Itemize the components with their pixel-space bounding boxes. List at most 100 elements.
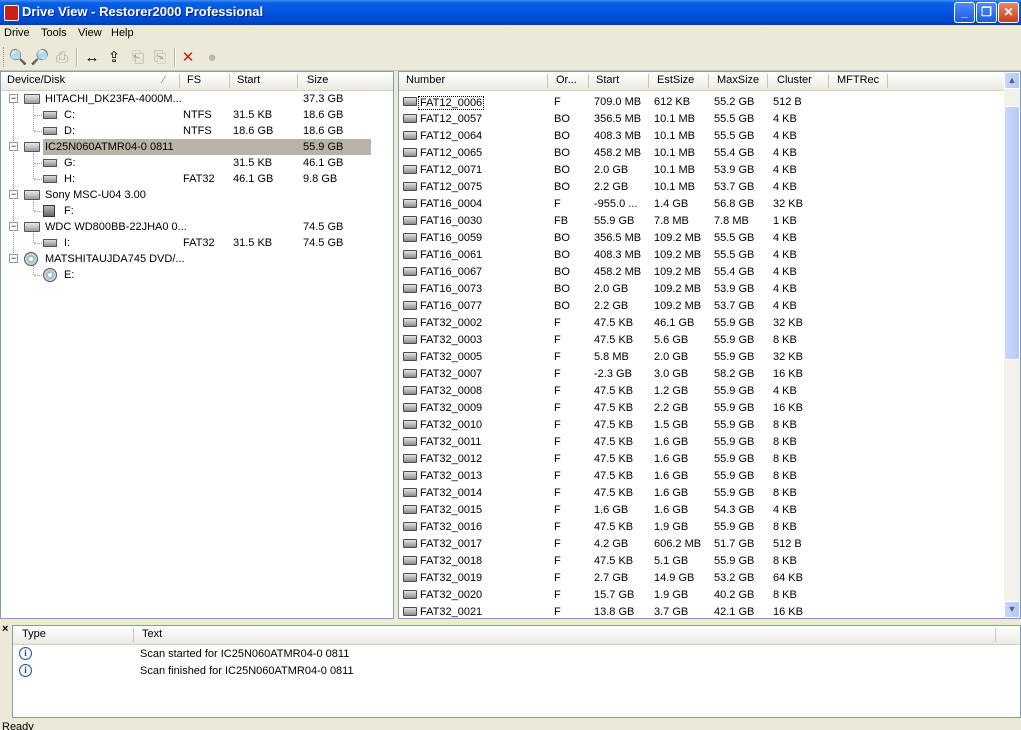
export-icon[interactable]: ⇪ <box>104 48 124 68</box>
found-partition-row[interactable]: FAT32_0002 F 47.5 KB 46.1 GB 55.9 GB 32 KB <box>399 314 1005 331</box>
scroll-up-button[interactable]: ▲ <box>1004 72 1020 89</box>
found-partitions-pane[interactable]: Number Or... Start EstSize MaxSize Clust… <box>398 71 1021 619</box>
column-divider[interactable] <box>887 74 888 88</box>
found-partition-row[interactable]: FAT12_0064 BO 408.3 MB 10.1 MB 55.5 GB 4 KB <box>399 127 1005 144</box>
found-partition-row[interactable]: FAT16_0059 BO 356.5 MB 109.2 MB 55.5 GB 4 KB <box>399 229 1005 246</box>
log-entry[interactable]: i Scan started for IC25N060ATMR04-0 0811 <box>13 647 1020 664</box>
found-partition-row[interactable]: FAT32_0017 F 4.2 GB 606.2 MB 51.7 GB 512 B <box>399 535 1005 552</box>
menu-help[interactable]: Help <box>111 27 134 39</box>
found-partition-row[interactable]: FAT32_0015 F 1.6 GB 1.6 GB 54.3 GB 4 KB <box>399 501 1005 518</box>
device-tree-pane[interactable]: Device/Disk ⁄ FS Start Size − HITACHI_DK2… <box>0 71 394 619</box>
menu-drive[interactable]: Drive <box>4 27 30 39</box>
collapse-toggle-icon[interactable]: − <box>9 190 18 199</box>
paste-icon[interactable]: ⎘ <box>150 48 170 68</box>
column-divider[interactable] <box>588 74 589 88</box>
recover-icon[interactable]: ⎙ <box>52 48 72 68</box>
found-partition-row[interactable]: FAT12_0006 F 709.0 MB 612 KB 55.2 GB 512 B <box>399 93 1005 110</box>
scroll-thumb[interactable] <box>1004 106 1020 360</box>
found-partition-row[interactable]: FAT32_0014 F 47.5 KB 1.6 GB 55.9 GB 8 KB <box>399 484 1005 501</box>
tree-volume-item[interactable]: G: 31.5 KB 46.1 GB <box>1 155 393 171</box>
found-partition-row[interactable]: FAT12_0065 BO 458.2 MB 10.1 MB 55.4 GB 4 KB <box>399 144 1005 161</box>
column-divider[interactable] <box>229 74 230 88</box>
log-entry[interactable]: i Scan finished for IC25N060ATMR04-0 0811 <box>13 664 1020 681</box>
copy-icon[interactable]: ⎗ <box>128 48 148 68</box>
found-partition-row[interactable]: FAT16_0067 BO 458.2 MB 109.2 MB 55.4 GB 4 KB <box>399 263 1005 280</box>
header-device[interactable]: Device/Disk <box>7 74 65 86</box>
collapse-toggle-icon[interactable]: − <box>9 94 18 103</box>
found-partition-row[interactable]: FAT12_0071 BO 2.0 GB 10.1 MB 53.9 GB 4 KB <box>399 161 1005 178</box>
collapse-toggle-icon[interactable]: − <box>9 142 18 151</box>
header-number[interactable]: Number <box>406 74 445 86</box>
tree-volume-item[interactable]: I: FAT32 31.5 KB 74.5 GB <box>1 235 393 251</box>
open-drive-icon[interactable]: 🔍 <box>8 48 28 68</box>
header-mftrec[interactable]: MFTRec <box>837 74 879 86</box>
found-partition-row[interactable]: FAT12_0075 BO 2.2 GB 10.1 MB 53.7 GB 4 KB <box>399 178 1005 195</box>
found-partition-row[interactable]: FAT32_0008 F 47.5 KB 1.2 GB 55.9 GB 4 KB <box>399 382 1005 399</box>
header-estsize[interactable]: EstSize <box>657 74 694 86</box>
collapse-toggle-icon[interactable]: − <box>9 254 18 263</box>
found-partition-row[interactable]: FAT16_0077 BO 2.2 GB 109.2 MB 53.7 GB 4 KB <box>399 297 1005 314</box>
tree-disk-item[interactable]: − MATSHITAUJDA745 DVD/... <box>1 251 393 267</box>
found-partition-row[interactable]: FAT32_0003 F 47.5 KB 5.6 GB 55.9 GB 8 KB <box>399 331 1005 348</box>
tree-volume-item[interactable]: E: <box>1 267 393 283</box>
close-button[interactable]: ✕ <box>998 2 1019 23</box>
column-divider[interactable] <box>708 74 709 88</box>
tree-disk-item[interactable]: − Sony MSC-U04 3.00 <box>1 187 393 203</box>
found-partition-row[interactable]: FAT32_0018 F 47.5 KB 5.1 GB 55.9 GB 8 KB <box>399 552 1005 569</box>
scan-icon[interactable]: 🔎 <box>30 48 50 68</box>
maximize-button[interactable]: ❐ <box>976 2 997 23</box>
found-partition-row[interactable]: FAT32_0012 F 47.5 KB 1.6 GB 55.9 GB 8 KB <box>399 450 1005 467</box>
column-divider[interactable] <box>767 74 768 88</box>
found-partition-row[interactable]: FAT32_0011 F 47.5 KB 1.6 GB 55.9 GB 8 KB <box>399 433 1005 450</box>
log-close-button[interactable]: × <box>2 623 8 635</box>
scroll-down-button[interactable]: ▼ <box>1004 601 1020 618</box>
tree-volume-item[interactable]: C: NTFS 31.5 KB 18.6 GB <box>1 107 393 123</box>
found-partition-row[interactable]: FAT32_0009 F 47.5 KB 2.2 GB 55.9 GB 16 KB <box>399 399 1005 416</box>
tree-volume-item[interactable]: H: FAT32 46.1 GB 9.8 GB <box>1 171 393 187</box>
header-size[interactable]: Size <box>307 74 328 86</box>
delete-icon[interactable]: ✕ <box>178 48 198 68</box>
minimize-button[interactable]: _ <box>954 2 975 23</box>
tree-disk-item[interactable]: − HITACHI_DK23FA-4000M... 37.3 GB <box>1 91 393 107</box>
menu-tools[interactable]: Tools <box>41 27 67 39</box>
found-partition-row[interactable]: FAT16_0030 FB 55.9 GB 7.8 MB 7.8 MB 1 KB <box>399 212 1005 229</box>
found-partition-row[interactable]: FAT32_0007 F -2.3 GB 3.0 GB 58.2 GB 16 KB <box>399 365 1005 382</box>
column-divider[interactable] <box>133 628 134 642</box>
found-partition-row[interactable]: FAT32_0021 F 13.8 GB 3.7 GB 42.1 GB 16 KB <box>399 603 1005 618</box>
column-divider[interactable] <box>179 74 180 88</box>
header-start[interactable]: Start <box>237 74 260 86</box>
vertical-scrollbar[interactable]: ▲ ▼ <box>1004 72 1020 618</box>
tree-disk-item[interactable]: − IC25N060ATMR04-0 0811 55.9 GB <box>1 139 393 155</box>
found-partition-row[interactable]: FAT32_0010 F 47.5 KB 1.5 GB 55.9 GB 8 KB <box>399 416 1005 433</box>
column-divider[interactable] <box>648 74 649 88</box>
app-icon[interactable] <box>4 5 19 21</box>
found-partition-row[interactable]: FAT16_0061 BO 408.3 MB 109.2 MB 55.5 GB 4 KB <box>399 246 1005 263</box>
tree-volume-item[interactable]: D: NTFS 18.6 GB 18.6 GB <box>1 123 393 139</box>
tree-disk-item[interactable]: − WDC WD800BB-22JHA0 0... 74.5 GB <box>1 219 393 235</box>
column-divider[interactable] <box>297 74 298 88</box>
found-partition-row[interactable]: FAT16_0004 F -955.0 ... 1.4 GB 56.8 GB 32 KB <box>399 195 1005 212</box>
found-partition-row[interactable]: FAT16_0073 BO 2.0 GB 109.2 MB 53.9 GB 4 KB <box>399 280 1005 297</box>
found-partition-row[interactable]: FAT32_0013 F 47.5 KB 1.6 GB 55.9 GB 8 KB <box>399 467 1005 484</box>
found-partition-row[interactable]: FAT32_0016 F 47.5 KB 1.9 GB 55.9 GB 8 KB <box>399 518 1005 535</box>
found-partition-row[interactable]: FAT32_0020 F 15.7 GB 1.9 GB 40.2 GB 8 KB <box>399 586 1005 603</box>
header-maxsize[interactable]: MaxSize <box>717 74 759 86</box>
toolbar-grip[interactable] <box>3 47 7 67</box>
found-partition-row[interactable]: FAT32_0005 F 5.8 MB 2.0 GB 55.9 GB 32 KB <box>399 348 1005 365</box>
column-divider[interactable] <box>547 74 548 88</box>
resize-icon[interactable]: ↔ <box>82 48 102 68</box>
menu-view[interactable]: View <box>78 27 102 39</box>
collapse-toggle-icon[interactable]: − <box>9 222 18 231</box>
header-text[interactable]: Text <box>142 628 162 640</box>
stop-icon[interactable]: ● <box>202 48 222 68</box>
header-fs[interactable]: FS <box>187 74 201 86</box>
log-list[interactable]: Type Text i Scan started for IC25N060ATMR… <box>12 625 1021 718</box>
column-divider[interactable] <box>828 74 829 88</box>
header-type[interactable]: Type <box>22 628 46 640</box>
found-partition-row[interactable]: FAT32_0019 F 2.7 GB 14.9 GB 53.2 GB 64 KB <box>399 569 1005 586</box>
found-partition-row[interactable]: FAT12_0057 BO 356.5 MB 10.1 MB 55.5 GB 4 KB <box>399 110 1005 127</box>
header-start[interactable]: Start <box>596 74 619 86</box>
column-divider[interactable] <box>995 628 996 642</box>
header-cluster[interactable]: Cluster <box>777 74 812 86</box>
header-origin[interactable]: Or... <box>556 74 577 86</box>
